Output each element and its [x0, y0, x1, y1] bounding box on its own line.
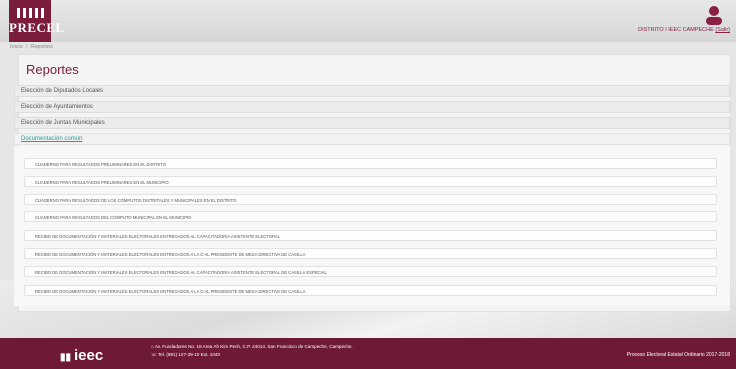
footer: ▮▮ ieec ⌂ Av. Fundadores No. 18 Area Ah K… — [0, 338, 736, 369]
document-row[interactable]: CUADERNO PARA RESULTADOS PRELIMINARES EN… — [24, 176, 717, 187]
document-list — [14, 146, 730, 306]
process-note: Proceso Electoral Estatal Ordinario 2017… — [626, 352, 730, 358]
document-row[interactable]: RECIBO DE DOCUMENTACIÓN Y MATERIALES ELE… — [24, 266, 717, 277]
document-row[interactable]: RECIBO DE DOCUMENTACIÓN Y MATERIALES ELE… — [24, 285, 717, 296]
accordion-juntas[interactable]: Elección de Juntas Municipales — [14, 117, 730, 129]
precel-logo[interactable]: PRECEL — [9, 0, 65, 42]
top-header: PRECEL DISTRITO I IEEC CAMPECHE (Salir) — [0, 0, 736, 42]
breadcrumb-current: Reportes — [30, 44, 53, 50]
accordion-diputados[interactable]: Elección de Diputados Locales — [14, 85, 730, 97]
user-icon — [706, 6, 722, 25]
ieec-bars-icon: ▮▮ — [60, 352, 72, 363]
user-label-line: DISTRITO I IEEC CAMPECHE (Salir) — [638, 27, 730, 33]
user-label: DISTRITO I IEEC CAMPECHE — [638, 27, 714, 33]
document-row[interactable]: RECIBO DE DOCUMENTACIÓN Y MATERIALES ELE… — [24, 248, 717, 259]
footer-address-line: ⌂ Av. Fundadores No. 18 Area Ah Kim Pech… — [151, 343, 353, 351]
document-row[interactable]: CUADERNO PARA RESULTADOS DE LOS CÓMPUTOS… — [24, 194, 717, 205]
document-row[interactable]: CUADERNO PARA RESULTADOS PRELIMINARES EN… — [24, 158, 717, 169]
user-area: DISTRITO I IEEC CAMPECHE (Salir) — [638, 5, 730, 33]
footer-contact: ⌂ Av. Fundadores No. 18 Area Ah Kim Pech… — [151, 343, 353, 359]
logo-text: PRECEL — [9, 20, 65, 35]
footer-phone: Tel. (981) 127-39-10 Ext. 1040 — [157, 352, 221, 357]
ieec-logo[interactable]: ▮▮ ieec — [60, 347, 103, 364]
ieec-logo-text: ieec — [74, 347, 104, 364]
document-row[interactable]: CUADERNO PARA RESULTADOS DEL CÓMPUTO MUN… — [24, 211, 717, 222]
footer-phone-line: ☏ Tel. (981) 127-39-10 Ext. 1040 — [151, 351, 353, 359]
footer-address: Av. Fundadores No. 18 Area Ah Kim Pech, … — [154, 344, 353, 349]
logo-bars-icon — [9, 8, 51, 18]
phone-icon: ☏ — [151, 352, 158, 357]
breadcrumb-separator: / — [25, 44, 28, 50]
accordion-ayuntamientos[interactable]: Elección de Ayuntamientos — [14, 101, 730, 113]
logout-link[interactable]: (Salir) — [715, 27, 730, 33]
accordion-documentacion-comun[interactable]: Documentación común — [14, 133, 730, 145]
breadcrumb: Inicio / Reportes — [10, 44, 53, 50]
page-title: Reportes — [26, 62, 79, 77]
document-row[interactable]: RECIBO DE DOCUMENTACIÓN Y MATERIALES ELE… — [24, 230, 717, 241]
breadcrumb-home[interactable]: Inicio — [10, 44, 23, 50]
